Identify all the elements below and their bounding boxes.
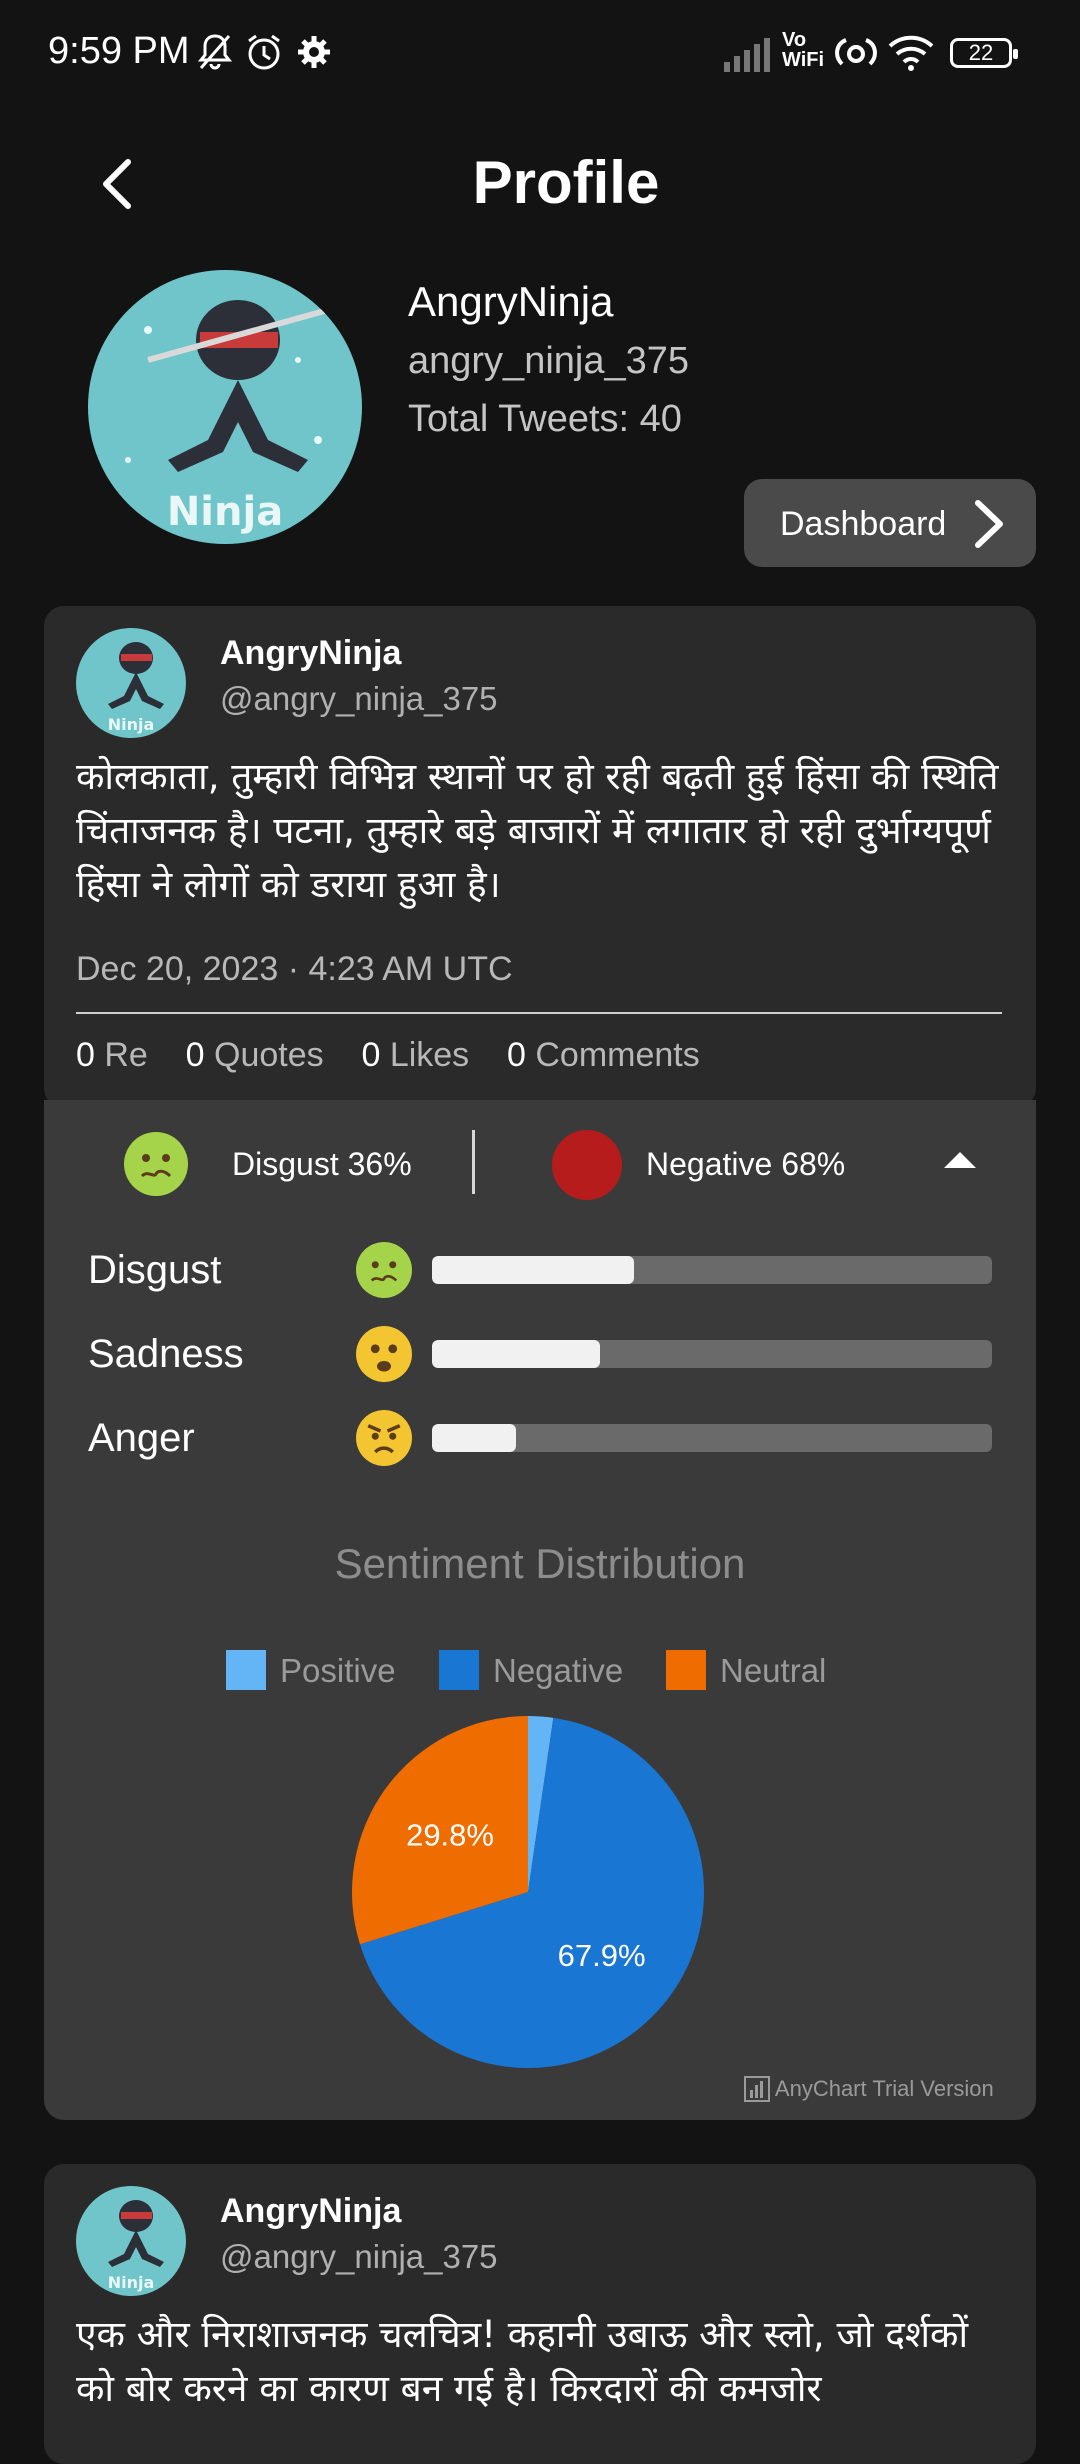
emotion-label: Sadness (88, 1332, 244, 1376)
emotion-bar (432, 1424, 992, 1452)
dashboard-button-label: Dashboard (780, 505, 947, 543)
disgust-emoji-icon (356, 1242, 412, 1298)
pie-data-label-negative: 67.9% (558, 1938, 646, 1973)
sentiment-analysis-panel: Disgust 36% Negative 68% Disgust Sadness… (44, 1100, 1036, 2120)
battery-icon: 22 (950, 38, 1018, 68)
status-bar: 9:59 PM Vo WiFi 22 (0, 0, 1080, 110)
emotion-summary: Disgust 36% (232, 1146, 412, 1182)
pie-data-label-neutral: 29.8% (406, 1818, 494, 1853)
emotion-bar-fill (432, 1340, 600, 1368)
vowifi-indicator: Vo WiFi (782, 29, 825, 71)
svg-text:Ninja: Ninja (108, 715, 155, 734)
negative-sentiment-indicator (552, 1130, 622, 1200)
profile-avatar: Ninja (88, 270, 362, 544)
legend-item-positive[interactable]: Positive (226, 1650, 396, 1690)
tweet-author-handle: @angry_ninja_375 (220, 680, 498, 717)
status-time: 9:59 PM (48, 30, 190, 72)
tweet-card[interactable]: Ninja AngryNinja @angry_ninja_375 कोलकात… (44, 606, 1036, 1108)
legend-item-negative[interactable]: Negative (439, 1650, 623, 1690)
signal-icon (724, 36, 774, 81)
tweet-avatar: Ninja (76, 628, 186, 738)
profile-handle: angry_ninja_375 (408, 340, 690, 382)
tweet-avatar: Ninja (76, 2186, 186, 2296)
emotion-label: Anger (88, 1416, 195, 1460)
profile-name: AngryNinja (408, 278, 614, 325)
tweet-author-name: AngryNinja (220, 634, 402, 672)
tweet-date: Dec 20, 2023 · 4:23 AM UTC (76, 950, 513, 988)
sad-emoji-icon (356, 1326, 412, 1382)
tweet-stats: 0 Re 0 Quotes 0 Likes 0 Comments (76, 1036, 700, 1074)
svg-text:Ninja: Ninja (108, 2273, 155, 2292)
emotion-bar-fill (432, 1424, 516, 1452)
alarm-icon (244, 32, 284, 81)
legend-item-neutral[interactable]: Neutral (666, 1650, 826, 1690)
hotspot-icon (834, 34, 878, 81)
dashboard-button[interactable]: Dashboard (744, 479, 1036, 567)
svg-text:Ninja: Ninja (167, 489, 283, 535)
chart-title: Sentiment Distribution (334, 1540, 746, 1587)
sentiment-pie-chart: 67.9% 29.8% (352, 1716, 704, 2068)
sentiment-summary: Negative 68% (646, 1146, 846, 1182)
tweet-card[interactable]: Ninja AngryNinja @angry_ninja_375 एक और … (44, 2164, 1036, 2464)
emotion-bar (432, 1340, 992, 1368)
tweet-author-name: AngryNinja (220, 2192, 402, 2230)
emotion-bar-fill (432, 1256, 634, 1284)
chart-logo-icon (744, 2076, 770, 2102)
emotion-label: Disgust (88, 1248, 222, 1292)
settings-gear-icon (296, 32, 332, 81)
bell-muted-icon (196, 32, 234, 81)
tweet-author-handle: @angry_ninja_375 (220, 2238, 498, 2275)
profile-total-tweets: Total Tweets: 40 (408, 398, 682, 440)
divider (76, 1012, 1002, 1014)
summary-divider (472, 1130, 475, 1194)
page-title: Profile (472, 149, 660, 216)
angry-emoji-icon (356, 1410, 412, 1466)
collapse-caret-icon[interactable] (944, 1152, 976, 1168)
chevron-right-icon (964, 497, 1014, 551)
disgust-emoji-icon (124, 1132, 188, 1196)
chart-watermark: AnyChart Trial Version (744, 2076, 994, 2102)
emotion-bar (432, 1256, 992, 1284)
tweet-text: कोलकाता, तुम्हारी विभिन्न स्थानों पर हो … (76, 755, 999, 906)
wifi-icon (888, 34, 934, 81)
